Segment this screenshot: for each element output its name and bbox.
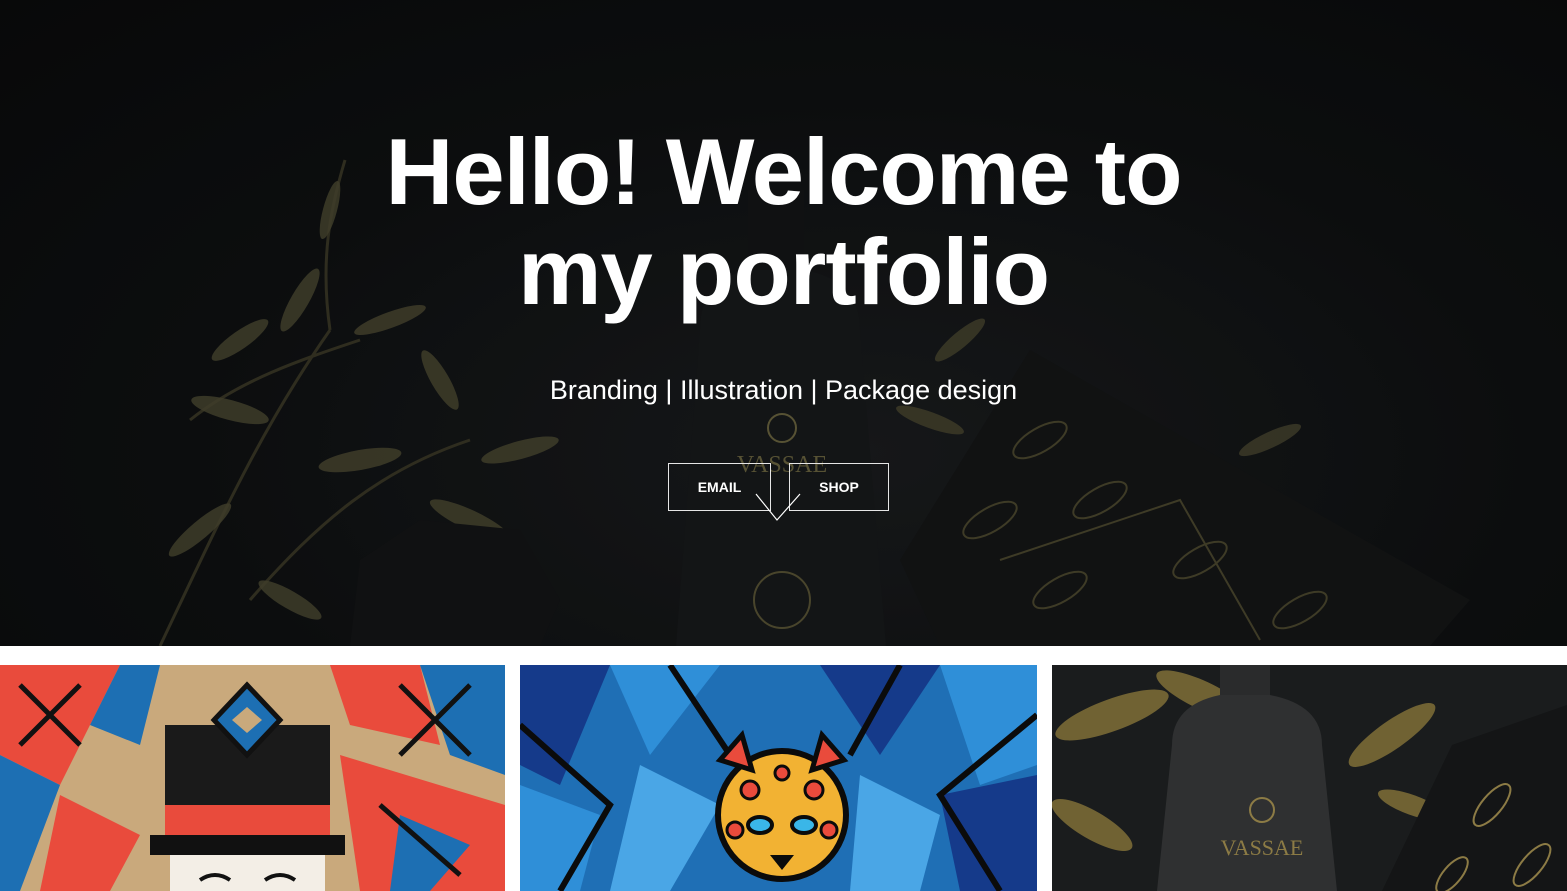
hero-section: VASSAE Hello! Welcome to my portfolio Br… (0, 0, 1567, 646)
vassae-label: VASSAE (1221, 835, 1304, 860)
nutcracker-illustration-image (0, 665, 505, 891)
shop-button[interactable]: SHOP (789, 463, 889, 511)
gallery-item-nutcracker[interactable] (0, 665, 505, 891)
hero-title-line1: Hello! Welcome to (385, 119, 1182, 224)
gallery-item-leopard[interactable] (520, 665, 1037, 891)
hero-title-line2: my portfolio (517, 219, 1050, 324)
gallery-item-vassae-package[interactable]: VASSAE (1052, 665, 1567, 891)
scroll-down-chevron-icon[interactable] (755, 492, 801, 524)
hero-title: Hello! Welcome to my portfolio (0, 122, 1567, 322)
leopard-illustration-image (520, 665, 1037, 891)
hero-subtitle: Branding | Illustration | Package design (549, 375, 1018, 405)
vassae-package-image: VASSAE (1052, 665, 1567, 891)
